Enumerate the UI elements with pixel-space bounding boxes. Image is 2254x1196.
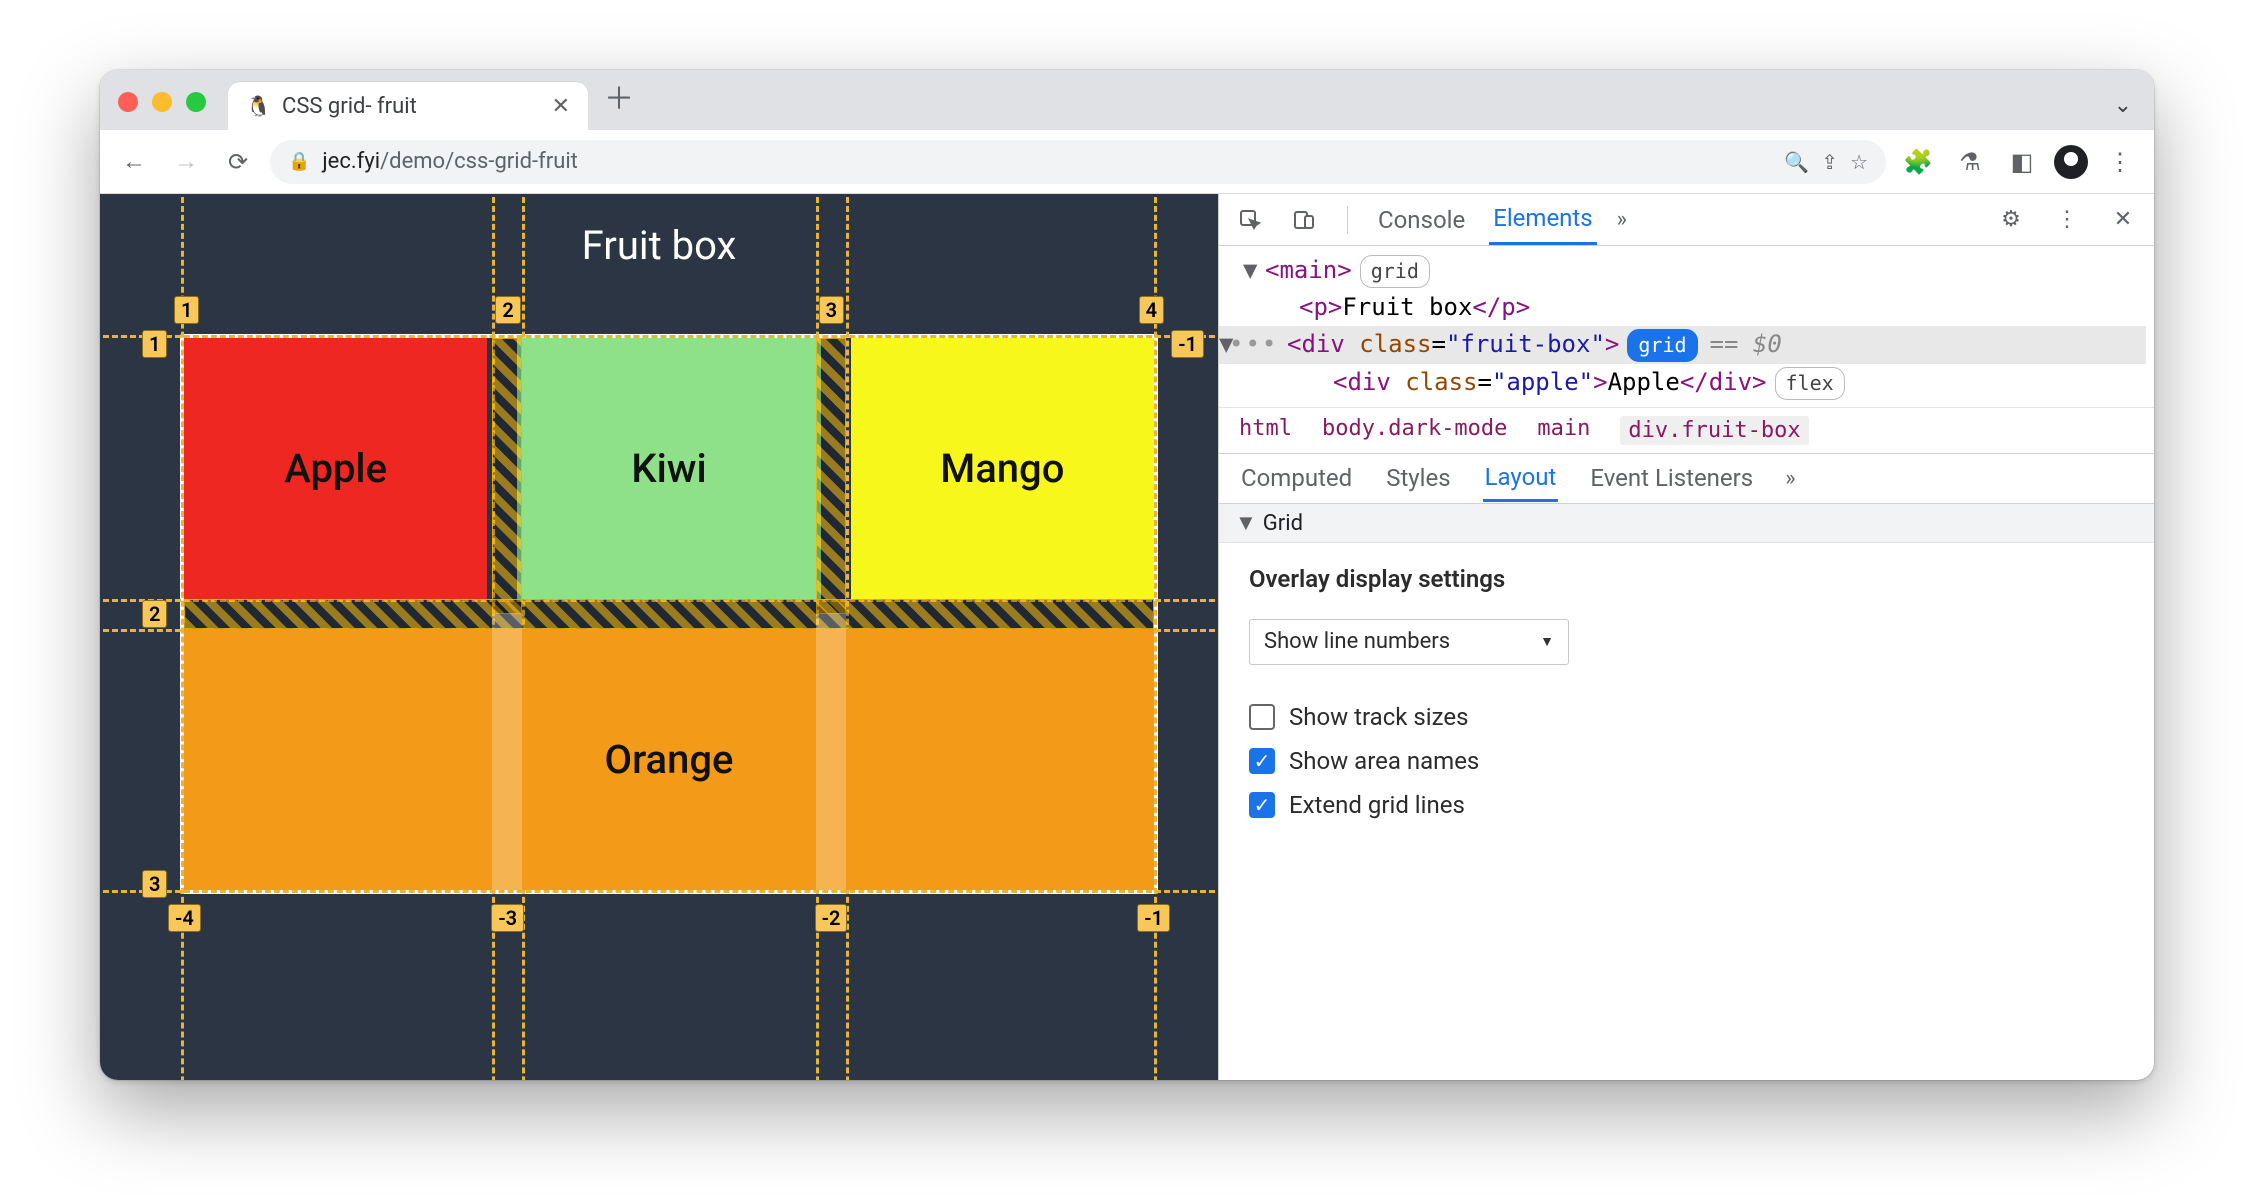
side-panel-icon[interactable]: ◧ [2002,142,2042,182]
back-button[interactable]: ← [114,142,154,182]
crumb[interactable]: main [1537,416,1590,445]
crumb[interactable]: body.dark-mode [1322,416,1507,445]
toolbar: ← → ⟳ 🔒 jec.fyi/demo/css-grid-fruit 🔍 ⇪ … [100,130,2154,194]
check-track-sizes[interactable]: Show track sizes [1249,703,2124,731]
grid-gap [184,599,1154,629]
grid-badge[interactable]: grid [1627,329,1697,362]
crumb[interactable]: html [1239,416,1292,445]
devtools-panel: Console Elements » ⚙ ⋮ ✕ ▼<main>grid <p>… [1218,194,2154,1080]
grid-cell-kiwi: Kiwi [517,338,820,599]
star-icon[interactable]: ☆ [1850,150,1868,174]
favicon-icon: 🐧 [246,94,270,118]
checkbox-icon[interactable] [1249,704,1275,730]
device-toggle-icon[interactable] [1287,203,1321,237]
checkbox-icon[interactable]: ✓ [1249,792,1275,818]
profile-avatar[interactable] [2054,145,2088,179]
dom-breadcrumbs[interactable]: html body.dark-mode main div.fruit-box [1219,408,2154,454]
tab-styles[interactable]: Styles [1384,456,1452,500]
grid-overlay: Apple Kiwi Mango Orange 1 2 3 4 [180,334,1158,894]
layout-panel: Overlay display settings Show line numbe… [1219,543,2154,857]
line-badge: -1 [1137,904,1170,932]
extension-icons: 🧩 ⚗ ◧ ⋮ [1898,142,2140,182]
tab-event-listeners[interactable]: Event Listeners [1588,456,1755,500]
checkbox-icon[interactable]: ✓ [1249,748,1275,774]
grid-badge[interactable]: grid [1360,255,1430,288]
check-area-names[interactable]: ✓ Show area names [1249,747,2124,775]
new-tab-button[interactable]: ＋ [604,74,634,118]
menu-icon[interactable]: ⋮ [2100,142,2140,182]
viewport: Fruit box Apple Kiwi [100,194,2154,1080]
line-badge: 3 [819,296,844,324]
window-minimize-button[interactable] [152,92,172,112]
labs-icon[interactable]: ⚗ [1950,142,1990,182]
line-badge: -1 [1171,330,1204,358]
line-badge: 1 [142,330,167,358]
kebab-icon[interactable]: ⋮ [2050,203,2084,237]
inspect-icon[interactable] [1233,203,1267,237]
tab-layout[interactable]: Layout [1483,455,1559,502]
tab-elements[interactable]: Elements [1489,194,1596,245]
grid-cell-orange: Orange [184,629,1154,890]
grid-gap [816,338,846,614]
line-badge: 3 [142,870,167,898]
window-close-button[interactable] [118,92,138,112]
browser-tab[interactable]: 🐧 CSS grid- fruit ✕ [228,82,588,130]
address-bar[interactable]: 🔒 jec.fyi/demo/css-grid-fruit 🔍 ⇪ ☆ [270,140,1886,184]
devtools-top-bar: Console Elements » ⚙ ⋮ ✕ [1219,194,2154,246]
dom-selected-node[interactable]: ▼<div class="fruit-box">grid== $0 [1219,326,2146,363]
grid-gap [492,338,522,614]
tab-console[interactable]: Console [1374,196,1469,244]
grid-gap [492,614,522,890]
line-badge: -4 [168,904,201,932]
tab-close-button[interactable]: ✕ [552,94,570,119]
line-badge: -2 [815,904,848,932]
lock-icon: 🔒 [288,151,310,172]
page-content: Fruit box Apple Kiwi [100,194,1218,1080]
browser-window: 🐧 CSS grid- fruit ✕ ＋ ⌄ ← → ⟳ 🔒 jec.fyi/… [100,70,2154,1080]
tab-title: CSS grid- fruit [282,94,544,119]
devtools-sub-tabs: Computed Styles Layout Event Listeners » [1219,454,2154,504]
url-text: jec.fyi/demo/css-grid-fruit [322,149,577,174]
share-icon[interactable]: ⇪ [1821,150,1838,174]
grid-cell-mango: Mango [851,338,1154,599]
grid-cell-apple: Apple [184,338,487,599]
grid-section-header[interactable]: ▼Grid [1219,504,2154,543]
line-numbers-select[interactable]: Show line numbers▼ [1249,619,1569,665]
reload-button[interactable]: ⟳ [218,142,258,182]
line-badge: 4 [1139,296,1164,324]
tab-strip: 🐧 CSS grid- fruit ✕ ＋ ⌄ [100,70,2154,130]
more-tabs-icon[interactable]: » [1617,207,1627,232]
extensions-icon[interactable]: 🧩 [1898,142,1938,182]
line-badge: -3 [491,904,524,932]
tab-computed[interactable]: Computed [1239,456,1354,500]
grid-gap [816,614,846,890]
line-badge: 2 [495,296,520,324]
line-badge: 1 [174,296,199,324]
gear-icon[interactable]: ⚙ [1994,203,2028,237]
page-title: Fruit box [100,194,1218,269]
zoom-icon[interactable]: 🔍 [1784,150,1809,174]
window-zoom-button[interactable] [186,92,206,112]
more-subtabs-icon[interactable]: » [1785,466,1795,491]
flex-badge[interactable]: flex [1775,367,1845,400]
crumb[interactable]: div.fruit-box [1620,416,1808,445]
line-badge: 2 [142,600,167,628]
dom-tree[interactable]: ▼<main>grid <p>Fruit box</p> ▼<div class… [1219,246,2154,408]
forward-button[interactable]: → [166,142,206,182]
chevron-down-icon[interactable]: ⌄ [2114,93,2132,118]
overlay-settings-title: Overlay display settings [1249,565,2124,593]
window-traffic-lights [118,92,206,112]
check-extend-lines[interactable]: ✓ Extend grid lines [1249,791,2124,819]
close-icon[interactable]: ✕ [2106,203,2140,237]
